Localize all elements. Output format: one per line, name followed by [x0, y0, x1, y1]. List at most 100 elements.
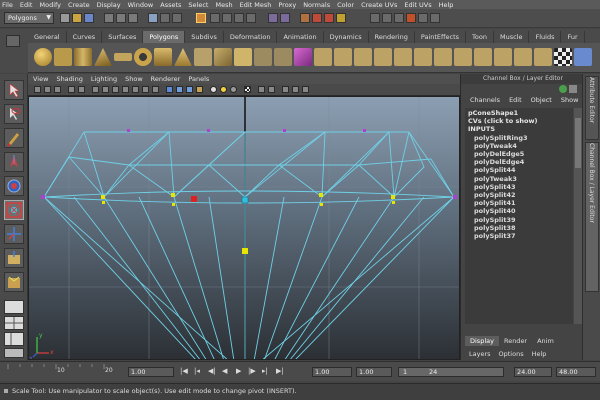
viewport-menu-item[interactable]: View: [33, 75, 48, 83]
scale-tool-icon[interactable]: [4, 200, 24, 220]
menu-item[interactable]: Assets: [160, 1, 181, 9]
film-gate-icon[interactable]: [102, 86, 109, 93]
image-plane-icon[interactable]: [68, 86, 75, 93]
vertex-point[interactable]: [207, 129, 210, 132]
shelf-tab[interactable]: Rendering: [369, 31, 415, 43]
go-to-start-icon[interactable]: |◀: [180, 367, 188, 375]
poly-cube-icon[interactable]: [54, 48, 72, 66]
channel-box-menu-item[interactable]: Edit: [509, 96, 522, 106]
selected-vertex[interactable]: [191, 196, 197, 202]
poly-cylinder-icon[interactable]: [74, 48, 92, 66]
ipr-render-icon[interactable]: [324, 13, 334, 23]
shelf-menu-icon[interactable]: [6, 35, 20, 47]
input-node[interactable]: polySplit44: [468, 166, 570, 174]
menu-item[interactable]: Window: [128, 1, 154, 9]
smooth-shade-icon[interactable]: [176, 86, 183, 93]
poly-cone-icon[interactable]: [94, 48, 112, 66]
gate-mask-icon[interactable]: [122, 86, 129, 93]
use-all-lights-icon[interactable]: [210, 86, 217, 93]
camera-attributes-icon[interactable]: [44, 86, 51, 93]
layer-editor-tab[interactable]: Anim: [532, 336, 559, 346]
combine-icon[interactable]: [254, 48, 272, 66]
universal-manipulator-icon[interactable]: [4, 224, 24, 244]
menu-item[interactable]: Mesh: [215, 1, 232, 9]
panel-toggle-icon[interactable]: [394, 13, 404, 23]
poly-sphere-icon[interactable]: [34, 48, 52, 66]
poly-prism-icon[interactable]: [154, 48, 172, 66]
face-mask-icon[interactable]: [172, 13, 182, 23]
step-back-icon[interactable]: |◂: [194, 367, 200, 375]
vertex-point[interactable]: [283, 129, 286, 132]
input-node[interactable]: polyDelEdge4: [468, 158, 570, 166]
viewport-menu-item[interactable]: Shading: [56, 75, 82, 83]
rotate-tool-icon[interactable]: [4, 176, 24, 196]
vertex-point[interactable]: [127, 129, 130, 132]
split-polygon-icon[interactable]: [374, 48, 392, 66]
snap-point-icon[interactable]: [222, 13, 232, 23]
single-pane-layout-icon[interactable]: [4, 300, 24, 314]
shelf-tab[interactable]: Fluids: [529, 31, 562, 43]
layer-editor-tab[interactable]: Render: [499, 336, 532, 346]
viewport-menu-item[interactable]: Lighting: [91, 75, 117, 83]
max-time-field[interactable]: 48.00: [556, 367, 596, 377]
start-time-field[interactable]: 1.00: [128, 367, 174, 377]
hud-icon[interactable]: [292, 86, 299, 93]
channel-box-menu-item[interactable]: Channels: [470, 96, 500, 106]
render-settings-icon[interactable]: [336, 13, 346, 23]
menu-item[interactable]: Color: [337, 1, 354, 9]
bookmark-icon[interactable]: [54, 86, 61, 93]
shelf-tab[interactable]: Deformation: [224, 31, 278, 43]
four-pane-layout-icon[interactable]: [4, 316, 24, 330]
time-slider[interactable]: 10 20: [4, 362, 124, 380]
channel-box-scrollbar[interactable]: [574, 108, 582, 324]
persp-outliner-layout-icon[interactable]: [4, 332, 24, 346]
menu-item[interactable]: Select: [188, 1, 208, 9]
open-scene-icon[interactable]: [72, 13, 82, 23]
render-frame-icon[interactable]: [312, 13, 322, 23]
bridge-icon[interactable]: [334, 48, 352, 66]
extrude-icon[interactable]: [314, 48, 332, 66]
channel-box-layout-icon[interactable]: [569, 85, 577, 93]
render-view-icon[interactable]: [300, 13, 310, 23]
input-node[interactable]: polySplit42: [468, 191, 570, 199]
layer-editor-tab[interactable]: Display: [465, 336, 499, 346]
save-scene-icon[interactable]: [84, 13, 94, 23]
scale-manipulator-handle[interactable]: [242, 248, 248, 254]
safe-action-icon[interactable]: [142, 86, 149, 93]
viewport-menu-item[interactable]: Show: [125, 75, 143, 83]
shape-node-name[interactable]: pConeShape1: [468, 109, 570, 117]
vertex-point[interactable]: [363, 129, 366, 132]
insert-edge-loop-icon[interactable]: [394, 48, 412, 66]
viewport-menu-item[interactable]: Panels: [188, 75, 209, 83]
tool-settings-icon[interactable]: [418, 13, 428, 23]
poly-helix-icon[interactable]: [214, 48, 232, 66]
chevron-down-icon[interactable]: ▼: [46, 13, 51, 23]
menu-item[interactable]: File: [2, 1, 13, 9]
channel-box-list[interactable]: pConeShape1 CVs (click to show) INPUTS p…: [465, 108, 573, 324]
poly-pyramid-icon[interactable]: [174, 48, 192, 66]
play-forward-icon[interactable]: ▶: [236, 367, 241, 375]
attribute-editor-tab[interactable]: Attribute Editor: [585, 76, 599, 140]
channel-box-layer-editor-tab[interactable]: Channel Box / Layer Editor: [585, 142, 599, 292]
poly-plane-icon[interactable]: [114, 53, 132, 61]
menu-item[interactable]: Edit: [20, 1, 33, 9]
shelf-tab[interactable]: PaintEffects: [415, 31, 467, 43]
soft-modification-icon[interactable]: [4, 248, 24, 268]
snap-curve-icon[interactable]: [210, 13, 220, 23]
vertex-point[interactable]: [41, 195, 45, 199]
shelf-tab[interactable]: Animation: [277, 31, 324, 43]
bevel-icon[interactable]: [454, 48, 472, 66]
channel-box-menu-item[interactable]: Show: [561, 96, 579, 106]
quadrangulate-icon[interactable]: [514, 48, 532, 66]
shadows-icon[interactable]: [220, 86, 227, 93]
input-output-icon[interactable]: [280, 13, 290, 23]
channel-box-icon[interactable]: [430, 13, 440, 23]
poly-soccer-ball-icon[interactable]: [234, 48, 252, 66]
attribute-editor-icon[interactable]: [406, 13, 416, 23]
scrollbar-thumb[interactable]: [575, 118, 581, 168]
uv-texture-editor-icon[interactable]: [574, 48, 592, 66]
go-to-end-icon[interactable]: ▶|: [276, 367, 284, 375]
input-node[interactable]: polySplit41: [468, 199, 570, 207]
vertex-point[interactable]: [392, 201, 395, 204]
menu-item[interactable]: Modify: [39, 1, 61, 9]
